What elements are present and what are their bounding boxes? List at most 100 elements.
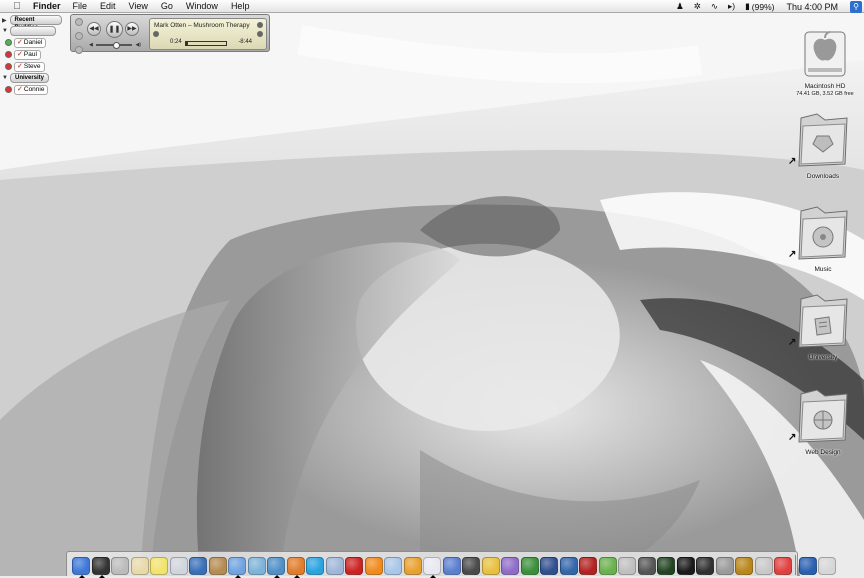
alias-label: University (808, 354, 838, 361)
menu-clock[interactable]: Thu 4:00 PM (786, 2, 838, 12)
next-track-button[interactable]: ▶▶ (125, 22, 139, 36)
menu-view[interactable]: View (129, 1, 148, 11)
magnet-icon[interactable] (579, 557, 597, 575)
remaining-time: -8:44 (238, 39, 252, 45)
preview-icon[interactable] (325, 557, 344, 575)
display-toggle-icon[interactable] (153, 31, 159, 37)
menu-go[interactable]: Go (161, 1, 173, 11)
safari-icon[interactable] (423, 557, 441, 578)
photoshop-icon[interactable] (384, 557, 402, 575)
terminal-icon[interactable] (676, 557, 695, 575)
adium-icon[interactable] (520, 557, 539, 575)
close-button[interactable] (75, 18, 83, 26)
itunes-mini-player[interactable]: ◀◀ ❚❚ ▶▶ ◀ ◀) Mark Otten – Mushroom Ther… (70, 14, 270, 54)
cyberduck-icon[interactable] (481, 557, 500, 575)
pin-icon[interactable] (774, 557, 792, 575)
display-toggle-icon[interactable] (257, 31, 263, 37)
university-alias[interactable]: ↗ University (788, 293, 854, 361)
finder-icon[interactable] (72, 557, 90, 578)
skype-icon[interactable] (306, 557, 324, 575)
menu-app-name[interactable]: Finder (33, 1, 61, 11)
previous-track-button[interactable]: ◀◀ (87, 22, 101, 36)
buddy-group[interactable]: ▶ Recent Buddies (2, 15, 62, 31)
downloads-alias[interactable]: ↗ Downloads (788, 112, 854, 180)
menu-help[interactable]: Help (231, 1, 250, 11)
volume-knob[interactable] (113, 42, 120, 49)
network-utility-icon[interactable] (462, 557, 480, 575)
bluetooth-icon[interactable]: ✲ (694, 1, 701, 12)
illustrator-icon[interactable] (403, 557, 422, 575)
alias-label: Downloads (806, 173, 840, 180)
disclosure-expanded-icon[interactable]: ▼ (2, 28, 10, 34)
grapher-icon[interactable] (696, 557, 714, 575)
itunes-icon[interactable] (267, 557, 285, 578)
textedit-icon[interactable] (130, 557, 149, 575)
disclosure-collapsed-icon[interactable]: ▶ (2, 17, 10, 24)
itunes-display: Mark Otten – Mushroom Therapy 0:24 -8:44 (149, 18, 267, 50)
disk-utility-icon[interactable] (715, 557, 734, 575)
buddy-item[interactable]: ✓ Steve (5, 61, 62, 72)
mail-icon[interactable] (169, 557, 188, 575)
battery-percent[interactable]: (99%) (752, 2, 775, 12)
buddy-name: Paul (23, 50, 37, 58)
buddy-item[interactable]: ✓ Paul (5, 49, 62, 60)
transmit-icon[interactable] (598, 557, 617, 575)
colorsync-icon[interactable] (442, 557, 461, 575)
font-book-icon[interactable] (754, 557, 773, 575)
buddy-name: Steve (23, 62, 41, 70)
trash-icon[interactable] (818, 557, 836, 575)
alias-arrow-icon: ↗ (788, 156, 797, 167)
pause-button[interactable]: ❚❚ (106, 21, 123, 38)
opera-icon[interactable] (345, 557, 363, 575)
buddy-item[interactable]: ✓ Connie (5, 84, 62, 95)
now-playing-track: Mark Otten – Mushroom Therapy (154, 22, 250, 29)
elapsed-time: 0:24 (170, 39, 182, 45)
activity-monitor-icon[interactable] (657, 557, 675, 575)
google-earth-icon[interactable] (559, 557, 578, 575)
ichat-status-icon[interactable]: ♟ (676, 1, 684, 12)
alias-arrow-icon: ↗ (788, 337, 797, 348)
ichat-icon[interactable] (228, 557, 246, 578)
vlc-icon[interactable] (364, 557, 383, 575)
menu-edit[interactable]: Edit (100, 1, 116, 11)
battery-icon[interactable]: ▮ (745, 1, 750, 12)
world-icon[interactable] (540, 557, 558, 575)
firefox-icon[interactable] (286, 557, 305, 578)
minimize-button[interactable] (75, 32, 83, 40)
folder-icon (798, 113, 848, 167)
dock (66, 551, 836, 578)
zoom-button[interactable] (75, 46, 83, 54)
wifi-icon[interactable]: ∿ (711, 1, 718, 12)
apple-menu-icon[interactable]:  (11, 1, 23, 12)
disk-capacity: 74.41 GB, 3.52 GB free (796, 91, 854, 97)
desktop-wallpaper (0, 0, 864, 576)
spotlight-icon[interactable]: ⚲ (850, 0, 862, 13)
stickies-icon[interactable] (150, 557, 168, 575)
web-design-alias[interactable]: ↗ Web Design (788, 388, 854, 456)
disk-name: Macintosh HD (804, 83, 846, 90)
status-away-icon (5, 63, 12, 70)
keychain-icon[interactable] (618, 557, 636, 575)
status-away-icon (5, 51, 12, 58)
address-book-icon[interactable] (208, 557, 227, 575)
disclosure-expanded-icon[interactable]: ▼ (2, 75, 10, 81)
volume-slider[interactable]: ◀ ◀) (89, 42, 141, 49)
system-prefs-icon[interactable] (111, 557, 129, 575)
iphoto-icon[interactable] (247, 557, 266, 575)
volume-icon[interactable]: ▸) (728, 1, 735, 12)
snapback-icon[interactable] (257, 22, 263, 28)
track-progress-bar[interactable] (185, 41, 227, 46)
console-icon[interactable] (637, 557, 656, 575)
buddy-item[interactable]: ✓ Daniel (5, 37, 62, 48)
menu-window[interactable]: Window (186, 1, 218, 11)
hard-disk-icon-item[interactable]: Macintosh HD 74.41 GB, 3.52 GB free (792, 22, 858, 97)
vs-document-icon[interactable] (798, 557, 817, 575)
buddy-group[interactable]: ▼ (2, 26, 62, 36)
buddy-group[interactable]: ▼ University (2, 73, 62, 83)
dashboard-icon[interactable] (91, 557, 110, 578)
dvd-player-icon[interactable] (501, 557, 519, 575)
menu-file[interactable]: File (73, 1, 88, 11)
ical-icon[interactable] (189, 557, 207, 575)
music-alias[interactable]: ↗ Music (788, 205, 854, 273)
world-of-warcraft-icon[interactable] (735, 557, 753, 575)
